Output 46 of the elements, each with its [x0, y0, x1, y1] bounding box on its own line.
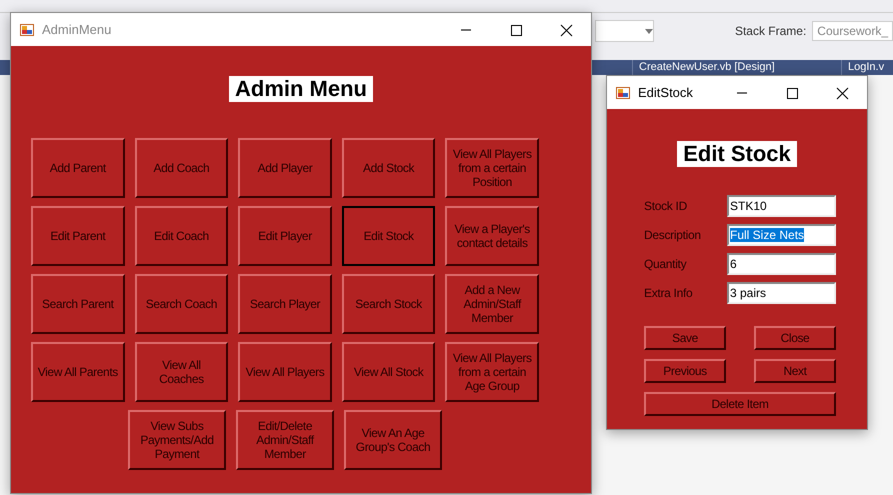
menu-button[interactable]: Add Parent: [31, 138, 125, 198]
field-label: Description: [644, 228, 702, 242]
menu-button[interactable]: View All Players from a certain Age Group: [445, 342, 539, 402]
form-button[interactable]: Next: [754, 359, 836, 383]
menu-button[interactable]: View a Player's contact details: [445, 206, 539, 266]
text-field[interactable]: 6: [727, 253, 836, 275]
menu-button[interactable]: View Subs Payments/Add Payment: [128, 410, 226, 470]
menu-button[interactable]: Edit Stock: [342, 206, 436, 266]
field-label: Stock ID: [644, 199, 688, 213]
field-label: Extra Info: [644, 286, 694, 300]
menu-button[interactable]: View All Coaches: [134, 342, 228, 402]
menu-button[interactable]: View An Age Group's Coach: [344, 410, 442, 470]
menu-button[interactable]: Search Parent: [31, 274, 125, 334]
menu-button[interactable]: Add Player: [238, 138, 332, 198]
window-title: AdminMenu: [42, 22, 112, 37]
menu-button[interactable]: View All Stock: [342, 342, 436, 402]
form-button[interactable]: Save: [644, 326, 726, 350]
dropdown-field[interactable]: [595, 20, 654, 42]
edit-stock-heading: Edit Stock: [677, 141, 797, 167]
menu-button[interactable]: Edit Parent: [31, 206, 125, 266]
menu-button[interactable]: View All Parents: [31, 342, 125, 402]
form-button[interactable]: Delete Item: [644, 392, 836, 416]
field-label: Quantity: [644, 257, 688, 271]
text-field[interactable]: 3 pairs: [727, 282, 836, 304]
form-button[interactable]: Close: [754, 326, 836, 350]
menu-button[interactable]: View All Players from a certain Position: [445, 138, 539, 198]
window-title: EditStock: [638, 85, 694, 100]
menu-button[interactable]: Add Stock: [342, 138, 436, 198]
form-button[interactable]: Previous: [644, 359, 726, 383]
menu-button[interactable]: View All Players: [238, 342, 332, 402]
menu-button[interactable]: Edit/Delete Admin/Staff Member: [236, 410, 334, 470]
form-icon: [20, 22, 34, 36]
admin-menu-heading: Admin Menu: [229, 76, 373, 102]
stack-frame-label: Stack Frame:: [734, 24, 806, 38]
menu-button[interactable]: Search Stock: [342, 274, 436, 334]
form-icon: [616, 86, 630, 100]
menu-button[interactable]: Edit Coach: [134, 206, 228, 266]
menu-button[interactable]: Add Coach: [134, 138, 228, 198]
text-field[interactable]: STK10: [727, 195, 836, 217]
menu-button[interactable]: Search Coach: [134, 274, 228, 334]
menu-button[interactable]: Search Player: [238, 274, 332, 334]
menu-button[interactable]: Add a New Admin/Staff Member: [445, 274, 539, 334]
caret-icon: [645, 28, 654, 34]
stack-frame-field[interactable]: Coursework_: [812, 21, 893, 41]
menu-button[interactable]: Edit Player: [238, 206, 332, 266]
text-field[interactable]: Full Size Nets: [727, 224, 836, 246]
